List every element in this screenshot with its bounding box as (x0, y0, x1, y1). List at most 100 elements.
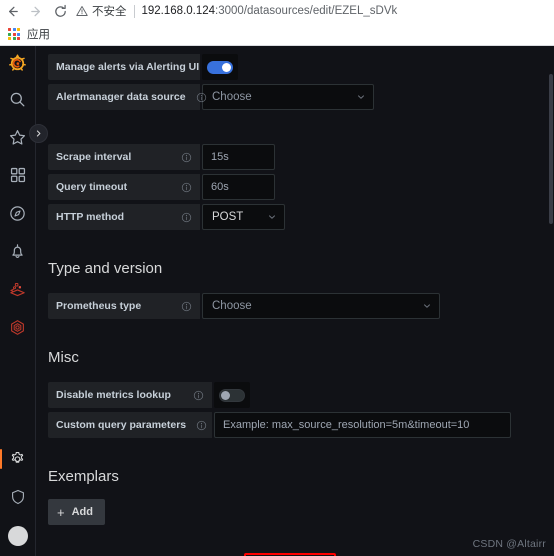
expand-menu-chevron-icon (36, 130, 41, 137)
http-method-value: POST (212, 211, 244, 223)
query-timeout-label: Query timeout (56, 181, 128, 193)
bookmark-apps-label[interactable]: 应用 (27, 26, 50, 42)
address-bar[interactable]: 不安全 192.168.0.124:3000/datasources/edit/… (76, 1, 554, 21)
info-circle-icon[interactable] (196, 92, 207, 103)
grafana-sidebar (0, 46, 48, 556)
sidebar-top-group (0, 46, 35, 346)
security-label: 不安全 (92, 6, 127, 18)
prometheus-type-value: Choose (212, 300, 252, 312)
alertmanager-label: Alertmanager data source (56, 91, 186, 103)
scrape-interval-input[interactable]: 15s (202, 144, 275, 170)
disable-metrics-lookup-toggle[interactable] (219, 388, 245, 402)
sidebar-item-server-admin[interactable] (0, 478, 36, 516)
forward-button[interactable] (24, 0, 48, 22)
gear-icon (11, 451, 24, 463)
sidebar-item-explore[interactable] (0, 194, 36, 232)
misc-title: Misc (48, 349, 79, 366)
warning-triangle-icon (76, 5, 88, 17)
info-circle-icon[interactable] (193, 390, 204, 401)
plus-icon: + (57, 504, 65, 520)
info-circle-icon[interactable] (181, 212, 192, 223)
toggle-knob (222, 62, 231, 72)
sidebar-bottom-group (0, 440, 35, 556)
disable-metrics-lookup-label: Disable metrics lookup (56, 389, 171, 401)
chevron-down-icon (356, 92, 366, 102)
field-scrape-interval: Scrape interval 15s (48, 144, 548, 170)
bell-icon (12, 243, 23, 258)
sidebar-item-plugin-one[interactable] (0, 270, 36, 308)
sidebar-item-dashboards[interactable] (0, 156, 36, 194)
field-custom-query-parameters: Custom query parameters Example: max_sou… (48, 412, 548, 438)
query-timeout-input[interactable]: 60s (202, 174, 275, 200)
search-icon (10, 92, 25, 106)
alertmanager-select[interactable]: Choose (202, 84, 374, 110)
sidebar-item-alerting[interactable] (0, 232, 36, 270)
http-method-label-cell: HTTP method (48, 204, 200, 230)
grafana-logo-icon (9, 54, 26, 71)
compass-icon (10, 205, 25, 221)
prometheus-type-select[interactable]: Choose (202, 293, 440, 319)
prometheus-type-label-cell: Prometheus type (48, 293, 200, 319)
reload-button[interactable] (48, 0, 72, 22)
browser-nav-row: 不安全 192.168.0.124:3000/datasources/edit/… (0, 0, 554, 22)
reload-icon (54, 4, 66, 17)
exemplars-title: Exemplars (48, 468, 119, 485)
dashboards-grid-icon (10, 167, 25, 183)
plugin-layers-icon (10, 282, 25, 296)
url-host: 192.168.0.124 (141, 5, 216, 17)
manage-alerts-label-cell: Manage alerts via Alerting UI (48, 54, 200, 80)
sidebar-item-plugin-two[interactable] (0, 308, 36, 346)
sidebar-item-search[interactable] (0, 80, 36, 118)
scrape-interval-label: Scrape interval (56, 151, 132, 163)
datasource-settings-panel: Manage alerts via Alerting UI Alertmanag… (36, 46, 554, 556)
add-exemplar-button[interactable]: + Add (48, 499, 105, 525)
watermark-text: CSDN @Altairr (472, 538, 546, 550)
query-timeout-value: 60s (211, 181, 229, 193)
query-timeout-label-cell: Query timeout (48, 174, 200, 200)
chevron-down-icon (422, 301, 432, 311)
manage-alerts-toggle-wrap (202, 54, 238, 80)
url-text: 192.168.0.124:3000/datasources/edit/EZEL… (142, 5, 398, 17)
apps-grid-icon[interactable] (8, 28, 20, 40)
info-circle-icon[interactable] (196, 420, 207, 431)
bookmarks-bar: 应用 (0, 23, 554, 45)
http-method-select[interactable]: POST (202, 204, 285, 230)
info-circle-icon[interactable] (181, 301, 192, 312)
avatar-icon (7, 526, 28, 546)
field-manage-alerts: Manage alerts via Alerting UI (48, 54, 548, 80)
star-icon (9, 129, 26, 145)
screenshot-root: 不安全 192.168.0.124:3000/datasources/edit/… (0, 0, 554, 556)
sidebar-item-profile[interactable] (0, 516, 36, 554)
alertmanager-label-cell: Alertmanager data source (48, 84, 206, 110)
shield-icon (11, 489, 24, 505)
field-disable-metrics-lookup: Disable metrics lookup (48, 382, 548, 408)
add-exemplar-label: Add (71, 506, 93, 518)
info-circle-icon[interactable] (181, 152, 192, 163)
field-prometheus-type: Prometheus type Choose (48, 293, 548, 319)
arrow-left-icon (8, 6, 18, 16)
address-separator (133, 4, 135, 18)
back-button[interactable] (0, 0, 24, 22)
sidebar-item-configuration[interactable] (0, 440, 36, 478)
sidebar-item-home-logo[interactable] (0, 46, 36, 80)
scrape-interval-value: 15s (211, 151, 229, 163)
alertmanager-value: Choose (212, 91, 252, 103)
expand-menu-button[interactable] (29, 124, 48, 143)
scrollbar-track[interactable] (548, 46, 554, 556)
settings-form: Manage alerts via Alerting UI Alertmanag… (36, 46, 548, 556)
info-circle-icon[interactable] (181, 182, 192, 193)
field-http-method: HTTP method POST (48, 204, 548, 230)
http-method-label: HTTP method (56, 211, 125, 223)
manage-alerts-label: Manage alerts via Alerting UI (56, 61, 200, 73)
chevron-down-icon (267, 212, 277, 222)
type-and-version-title: Type and version (48, 260, 163, 277)
disable-metrics-lookup-label-cell: Disable metrics lookup (48, 382, 212, 408)
plugin-polygon-icon (11, 319, 24, 335)
custom-query-parameters-label-cell: Custom query parameters (48, 412, 212, 438)
disable-metrics-lookup-toggle-wrap (214, 382, 250, 408)
manage-alerts-toggle[interactable] (207, 60, 233, 74)
field-alertmanager-datasource: Alertmanager data source Choose (48, 84, 548, 110)
url-path: :3000/datasources/edit/EZEL_sDVk (215, 5, 398, 17)
scrollbar-thumb[interactable] (549, 74, 553, 224)
custom-query-parameters-input[interactable]: Example: max_source_resolution=5m&timeou… (214, 412, 511, 438)
